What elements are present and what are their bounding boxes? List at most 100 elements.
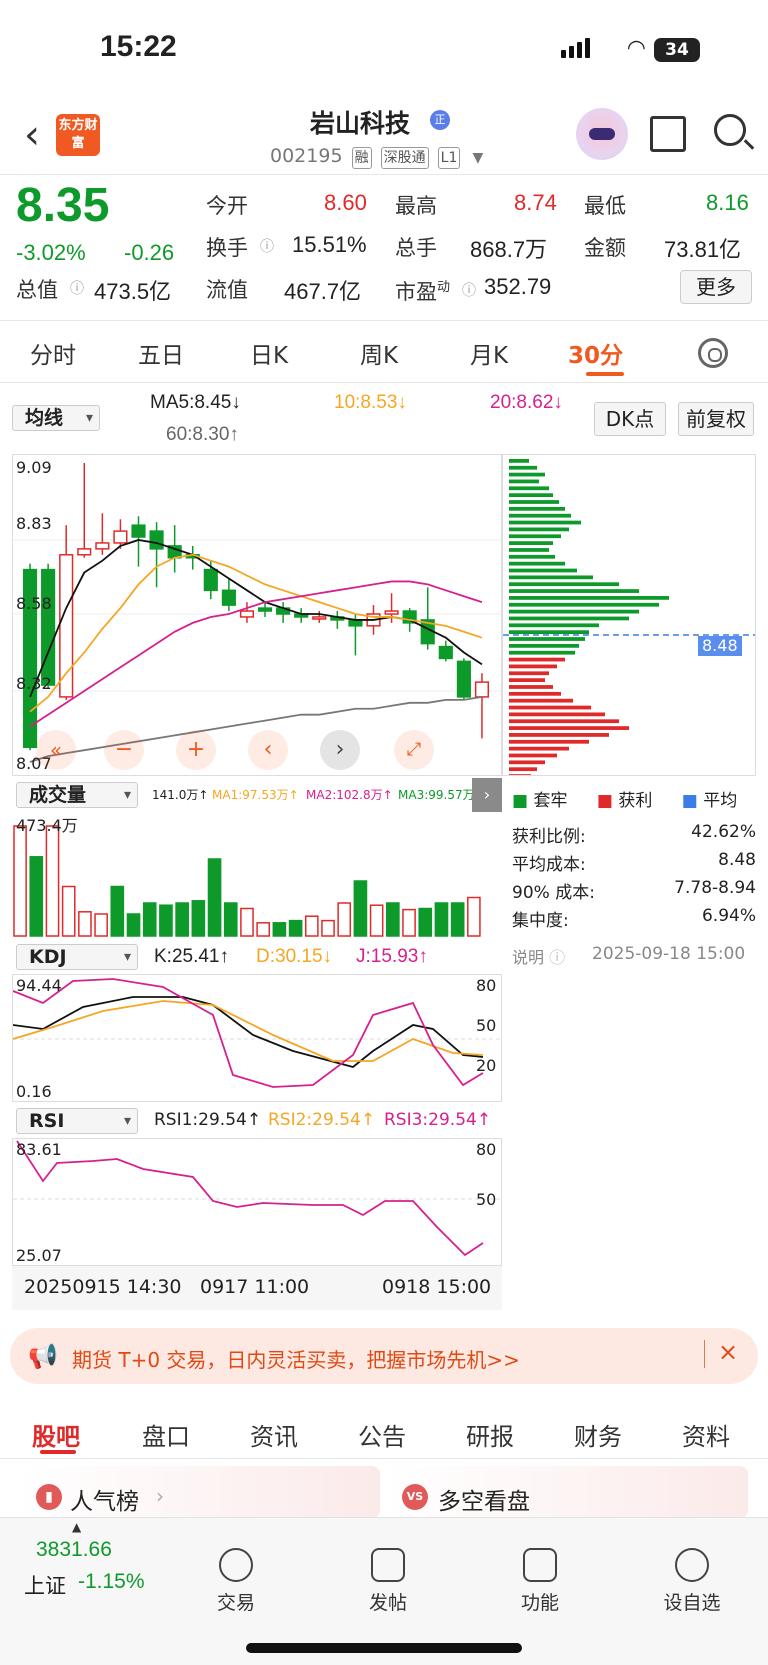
chip-stat-row: 平均成本: 8.48: [512, 850, 756, 875]
gear-icon[interactable]: [698, 338, 728, 368]
y-label: 8.32: [16, 674, 52, 693]
chip-bar: [509, 609, 639, 614]
volume-select[interactable]: 成交量: [16, 782, 138, 808]
volume-label: 总手: [395, 236, 437, 260]
nav-functions[interactable]: 功能: [490, 1548, 590, 1615]
chip-bar: [509, 650, 575, 655]
chip-bar: [509, 568, 577, 573]
edit-icon: [371, 1548, 405, 1582]
volume-bar: [434, 902, 449, 937]
chip-note-label[interactable]: 说明 ⓘ: [512, 944, 565, 968]
chip-bar: [509, 582, 619, 587]
chip-bar: [509, 671, 549, 676]
app-logo: 东方财富: [56, 114, 100, 156]
info-tabs: 股吧 盘口 资讯 公告 研报 财务 资料: [0, 1405, 768, 1461]
volume-bar: [191, 900, 206, 937]
status-time: 15:22: [100, 30, 177, 63]
nav-add-watchlist[interactable]: 设自选: [642, 1548, 742, 1615]
tab-news[interactable]: 资讯: [250, 1417, 298, 1452]
info-icon[interactable]: ⓘ: [462, 280, 476, 300]
ad-text[interactable]: 期货 T+0 交易，日内灵活买卖，把握市场先机>>: [72, 1344, 520, 1373]
chip-bar: [509, 561, 565, 566]
rsi-level-80: 80: [476, 1140, 497, 1159]
tab-forum[interactable]: 股吧: [32, 1417, 80, 1452]
kdj-select[interactable]: KDJ: [16, 944, 138, 970]
tab-month-k[interactable]: 月K: [470, 336, 508, 370]
volume-chart: [13, 825, 481, 937]
open-value: 8.60: [324, 190, 367, 215]
divider: [0, 174, 768, 175]
info-icon: ⓘ: [549, 948, 566, 967]
tab-five-day[interactable]: 五日: [138, 336, 184, 370]
nav-trade[interactable]: 交易: [186, 1548, 286, 1615]
low-label: 最低: [584, 194, 626, 218]
x-label: 20250915 14:30: [24, 1276, 182, 1298]
info-icon[interactable]: ⓘ: [70, 278, 84, 298]
divider: [704, 1340, 705, 1368]
info-icon[interactable]: ⓘ: [260, 236, 274, 256]
chip-bar: [509, 548, 549, 552]
step-right-icon[interactable]: ›: [320, 730, 360, 770]
rsi3-value: RSI3:29.54↑: [384, 1110, 492, 1130]
ma20-value: 20:8.62↓: [490, 392, 563, 413]
rsi-select[interactable]: RSI: [16, 1108, 138, 1134]
tab-week-k[interactable]: 周K: [360, 336, 398, 370]
search-icon[interactable]: [714, 114, 746, 146]
chip-bar: [509, 623, 599, 628]
volume-bar: [159, 904, 173, 937]
nav-post[interactable]: 发帖: [338, 1548, 438, 1615]
wifi-icon: ◠: [626, 36, 646, 61]
zoom-out-icon[interactable]: −: [104, 730, 144, 770]
chip-distribution-chart: [502, 454, 756, 776]
volume-bar: [386, 902, 400, 937]
chip-bar: [509, 459, 529, 463]
ma10-line: [29, 553, 483, 713]
assistant-avatar[interactable]: [576, 108, 628, 160]
fast-backward-icon[interactable]: «: [36, 730, 76, 770]
volume-bar: [369, 904, 384, 937]
chevron-down-icon[interactable]: ▼: [472, 150, 483, 166]
tab-day-k[interactable]: 日K: [250, 336, 288, 370]
turnover-label: 换手: [206, 236, 248, 260]
chip-bar: [509, 726, 629, 730]
close-icon[interactable]: ×: [718, 1338, 738, 1366]
volume-bar: [61, 885, 76, 937]
chip-bar: [509, 630, 589, 635]
zoom-in-icon[interactable]: +: [176, 730, 216, 770]
tab-orderbook[interactable]: 盘口: [142, 1417, 190, 1452]
chip-bar: [509, 657, 565, 662]
tab-profile[interactable]: 资料: [682, 1417, 730, 1452]
tag-connect: 深股通: [380, 147, 429, 169]
share-icon[interactable]: [650, 116, 686, 152]
chip-bar: [509, 486, 549, 491]
fullscreen-icon[interactable]: ⤢: [394, 730, 434, 770]
step-left-icon[interactable]: ‹: [248, 730, 288, 770]
chip-bar: [509, 767, 537, 772]
chip-note-date: 2025-09-18 15:00: [592, 944, 746, 964]
tab-research[interactable]: 研报: [466, 1417, 514, 1452]
kline-chart[interactable]: [12, 454, 502, 776]
more-button[interactable]: 更多: [680, 270, 752, 304]
tab-finance[interactable]: 财务: [574, 1417, 622, 1452]
dk-point-button[interactable]: DK点: [594, 402, 666, 436]
tab-intraday[interactable]: 分时: [30, 336, 76, 370]
chip-bar: [509, 506, 565, 511]
chip-legend: ■ 套牢 ■ 获利 ■ 平均: [512, 791, 738, 811]
tab-30min[interactable]: 30分: [568, 336, 623, 370]
chip-bar: [509, 589, 639, 593]
low-value: 8.16: [706, 190, 749, 215]
open-label: 今开: [206, 194, 248, 218]
stock-name: 岩山科技: [310, 109, 411, 138]
ma-select[interactable]: 均线: [12, 405, 100, 431]
index-name: 上证: [24, 1574, 66, 1598]
index-value[interactable]: 3831.66: [36, 1538, 112, 1562]
back-icon[interactable]: ‹: [24, 112, 40, 158]
expand-icon[interactable]: ›: [472, 778, 502, 812]
kdj-level-80: 80: [476, 976, 497, 995]
tab-announcements[interactable]: 公告: [358, 1417, 406, 1452]
candle-body: [456, 660, 471, 698]
restore-rights-button[interactable]: 前复权: [678, 402, 754, 436]
kdj-j: J:15.93↑: [356, 946, 428, 967]
ma10-value: 10:8.53↓: [334, 392, 407, 413]
rsi1-value: RSI1:29.54↑: [154, 1110, 262, 1130]
